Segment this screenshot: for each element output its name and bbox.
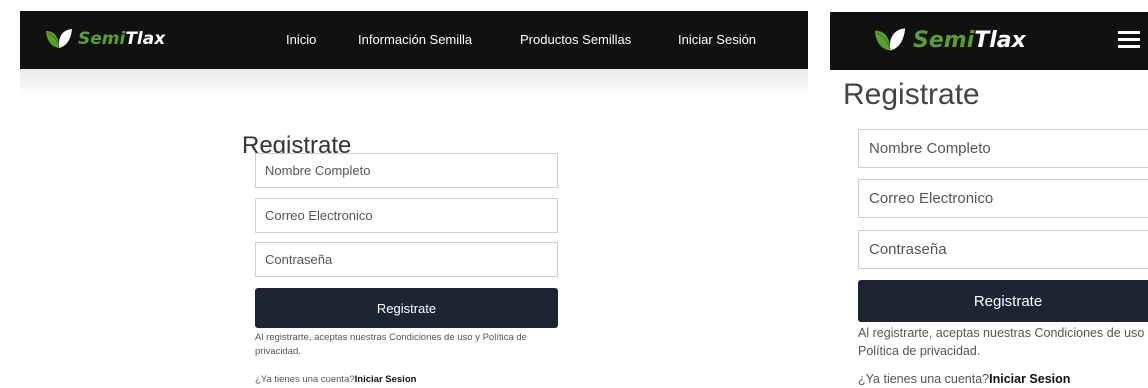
nav-item-informacion-semilla[interactable]: Información Semilla	[358, 32, 472, 47]
register-button[interactable]: Registrate	[255, 288, 558, 328]
nav-item-productos-semillas[interactable]: Productos Semillas	[520, 32, 631, 47]
password-input-mobile[interactable]	[858, 230, 1148, 269]
password-input[interactable]	[255, 242, 558, 277]
full-name-input[interactable]	[255, 153, 558, 188]
email-input[interactable]	[255, 198, 558, 233]
login-link-mobile[interactable]: Iniciar Sesion	[989, 372, 1070, 386]
nav-item-iniciar-sesion[interactable]: Iniciar Sesión	[678, 32, 756, 47]
leaf-logo-icon	[874, 28, 906, 51]
brand-logo-mobile[interactable]: SemiTlax	[872, 26, 1026, 56]
desktop-view: SemiTlax Inicio Información Semilla Prod…	[9, 0, 817, 388]
nav-item-inicio[interactable]: Inicio	[286, 32, 316, 47]
nav-menu: Inicio Información Semilla Productos Sem…	[20, 11, 808, 69]
login-prompt: ¿Ya tienes una cuenta?Iniciar Sesion	[255, 374, 416, 385]
brand-name-mobile: SemiTlax	[913, 27, 1026, 53]
page-title-mobile: Registrate	[843, 78, 980, 111]
mobile-view: SemiTlax Registrate Registrate Al regist…	[830, 0, 1148, 388]
full-name-input-mobile[interactable]	[858, 129, 1148, 168]
navbar-mobile: SemiTlax	[830, 12, 1148, 70]
register-button-mobile[interactable]: Registrate	[858, 280, 1148, 322]
have-account-text-mobile: ¿Ya tienes una cuenta?	[858, 372, 990, 386]
login-link[interactable]: Iniciar Sesion	[355, 374, 417, 385]
navbar: SemiTlax Inicio Información Semilla Prod…	[20, 11, 808, 69]
terms-text-mobile: Al registrarte, aceptas nuestras Condici…	[858, 326, 1148, 358]
terms-text: Al registrarte, aceptas nuestras Condici…	[255, 332, 527, 357]
hamburger-menu-icon[interactable]	[1118, 29, 1144, 51]
navbar-shadow	[20, 69, 808, 97]
email-input-mobile[interactable]	[858, 179, 1148, 218]
have-account-text: ¿Ya tienes una cuenta?	[255, 374, 355, 385]
login-prompt-mobile: ¿Ya tienes una cuenta?Iniciar Sesion	[858, 372, 1070, 386]
